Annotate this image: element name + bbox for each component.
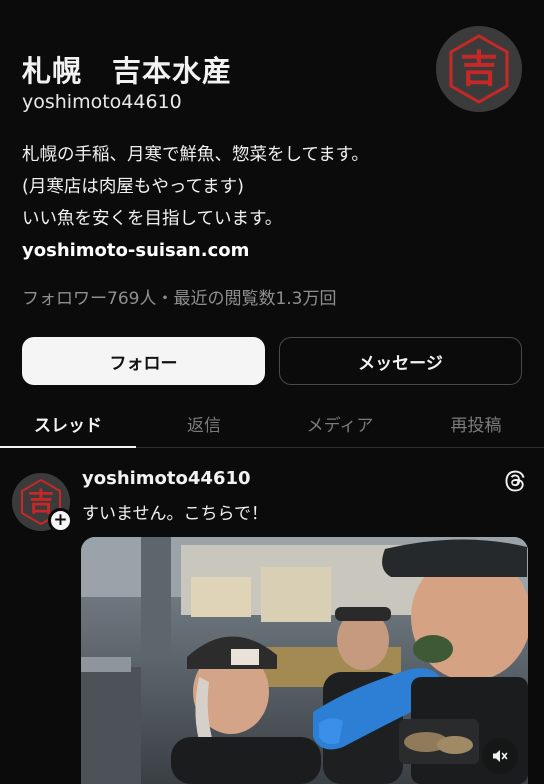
plus-icon: + <box>53 510 68 530</box>
profile-handle: yoshimoto44610 <box>22 91 182 113</box>
post-author[interactable]: yoshimoto44610 <box>82 468 251 489</box>
post-video[interactable] <box>81 537 528 784</box>
svg-text:吉: 吉 <box>460 46 498 91</box>
active-tab-indicator <box>0 446 136 448</box>
profile-bio: 札幌の手稲、月寒で鮮魚、惣菜をしてます。 (月寒店は肉屋もやってます) いい魚を… <box>22 139 522 267</box>
post-text: すいません。こちらで！ <box>82 504 268 524</box>
profile-avatar[interactable]: 吉 <box>436 26 522 112</box>
yoshimoto-logo-icon: 吉 <box>436 26 522 112</box>
tab-replies[interactable]: 返信 <box>136 398 272 448</box>
tab-threads[interactable]: スレッド <box>0 398 136 448</box>
follow-plus-button[interactable]: + <box>48 508 73 533</box>
profile-website-link[interactable]: yoshimoto-suisan.com <box>22 235 522 267</box>
mute-icon <box>493 750 508 762</box>
bio-line: (月寒店は肉屋もやってます) <box>22 177 244 197</box>
tab-reposts[interactable]: 再投稿 <box>408 398 544 448</box>
profile-name: 札幌 吉本水産 <box>22 54 233 88</box>
mute-button[interactable] <box>482 738 518 774</box>
threads-icon[interactable] <box>502 468 528 494</box>
message-button[interactable]: メッセージ <box>279 337 522 385</box>
profile-tabs: スレッド 返信 メディア 再投稿 <box>0 398 544 448</box>
bio-line: 札幌の手稲、月寒で鮮魚、惣菜をしてます。 <box>22 145 369 165</box>
profile-stats[interactable]: フォロワー769人・最近の閲覧数1.3万回 <box>22 284 336 309</box>
follow-button[interactable]: フォロー <box>22 337 265 385</box>
bio-line: いい魚を安くを目指しています。 <box>22 209 283 229</box>
video-thumbnail <box>81 537 528 784</box>
tab-media[interactable]: メディア <box>272 398 408 448</box>
